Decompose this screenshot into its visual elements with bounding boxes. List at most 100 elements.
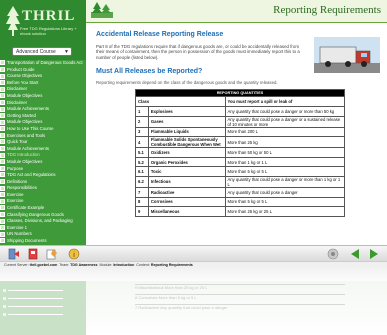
table-row: 5.1 Oxidizers More than 50 kg or 50 L: [135, 147, 345, 158]
nav-item[interactable]: Quick Tour: [0, 139, 86, 146]
bottom-toolbar: i: [0, 245, 387, 262]
nav-item[interactable]: Transportation of Dangerous Goods Act: [0, 60, 86, 67]
nav-item[interactable]: Disclaimer: [0, 100, 86, 107]
nav-item-label: TDG Introduction: [7, 152, 40, 158]
previous-page-icon[interactable]: [349, 248, 361, 260]
nav-item-label: UN Numbers: [7, 231, 32, 237]
nav-item[interactable]: Module Objectives: [0, 159, 86, 166]
notes-icon[interactable]: [46, 248, 58, 260]
quantity-cell: More than 5 kg or 5 L: [224, 166, 345, 177]
class-number-cell: 6.2: [135, 175, 149, 188]
info-icon[interactable]: i: [68, 248, 80, 260]
nav-item[interactable]: UN Numbers: [0, 231, 86, 238]
class-name-cell: Organic Peroxides: [147, 156, 226, 168]
class-name-cell: Flammable Solids Spontaneously Combustib…: [147, 136, 226, 149]
class-name-cell: Infectious: [147, 175, 226, 188]
nav-item[interactable]: How to Use This Course: [0, 126, 86, 133]
nav-item[interactable]: Before You Start: [0, 80, 86, 87]
settings-icon[interactable]: [327, 248, 339, 260]
nav-item[interactable]: Module Objectives: [0, 93, 86, 100]
nav-item-label: Product Guide: [7, 66, 35, 72]
nav-item-label: Exercise: [7, 198, 24, 204]
nav-item[interactable]: Classes, Divisions, and Packaging: [0, 218, 86, 225]
reflection-row: 7 Radioactive Any quantity that could po…: [135, 304, 345, 313]
nav-item[interactable]: Exercise: [0, 192, 86, 199]
page-icon: [0, 225, 5, 231]
class-name-cell: Miscellaneous: [147, 206, 226, 217]
bookmark-icon[interactable]: [27, 248, 39, 260]
col-class-header: Class: [135, 96, 226, 107]
class-number-cell: 9: [135, 206, 149, 217]
nav-item[interactable]: Product Guide: [0, 67, 86, 74]
page-icon: [0, 238, 5, 244]
reflection-toolbar: [0, 268, 387, 281]
status-team: TDG Awareness: [70, 263, 98, 267]
table-row: 1 Explosives Any quantity that could pose …: [135, 106, 345, 117]
table-row: 6.1 Toxic More than 5 kg or 5 L: [135, 166, 345, 177]
status-content-label: Content:: [136, 263, 150, 267]
page-icon: [0, 179, 5, 185]
content-pane: Accidental Release Reporting Release Par…: [86, 23, 387, 245]
class-name-cell: Radioactive: [147, 186, 226, 198]
nav-item[interactable]: Shipping Documents: [0, 238, 86, 245]
exit-icon[interactable]: [8, 248, 20, 260]
class-number-cell: 2: [135, 115, 149, 128]
nav-item[interactable]: Definitions: [0, 179, 86, 186]
nav-item[interactable]: Exercise: [0, 198, 86, 205]
nav-item[interactable]: Certificate Example: [0, 205, 86, 212]
truck-image: [314, 37, 380, 73]
logo-word: THRIL: [22, 8, 76, 24]
quantity-cell: Any quantity that could pose a danger or…: [224, 115, 345, 128]
nav-item[interactable]: Module Achievements: [0, 146, 86, 153]
nav-item[interactable]: Course Objectives: [0, 73, 86, 80]
nav-item[interactable]: Responsibilities: [0, 185, 86, 192]
quantity-cell: Any quantity that could pose a danger or…: [224, 175, 345, 188]
logo-subtitle: Free TDG Regulations Library + ebook sol…: [20, 26, 77, 36]
page-header: Reporting Requirements: [86, 0, 387, 23]
quantity-cell: Any quantity that could pose a danger or…: [224, 106, 345, 117]
nav-item[interactable]: Purpose: [0, 166, 86, 173]
nav-item[interactable]: Disclaimer: [0, 86, 86, 93]
class-number-cell: 4: [135, 136, 149, 149]
table-row: 7 Radioactive Any quantity that could pose…: [135, 186, 345, 198]
nav-item-label: Purpose: [7, 165, 24, 171]
page-icon: [0, 146, 5, 152]
reflection-nav-line: [8, 306, 63, 307]
page-icon: [0, 93, 5, 99]
class-name-cell: Toxic: [147, 166, 226, 177]
col-qty-header: You must report a spill or leak of: [224, 96, 345, 107]
nav-item[interactable]: TDG Act and Regulations: [0, 172, 86, 179]
page-icon: [0, 152, 5, 158]
nav-item[interactable]: Module Objectives: [0, 119, 86, 126]
nav-item[interactable]: Module Achievements: [0, 106, 86, 113]
next-page-icon[interactable]: [368, 248, 380, 260]
page-icon: [0, 212, 5, 218]
page-icon: [0, 60, 5, 66]
class-name-cell: Explosives: [147, 106, 226, 117]
status-server-label: Current Server:: [4, 263, 29, 267]
course-dropdown[interactable]: Advanced Course ▼: [12, 47, 72, 56]
nav-item[interactable]: Getting Started: [0, 113, 86, 120]
nav-item-label: Module Objectives: [7, 92, 43, 98]
page-icon: [0, 172, 5, 178]
sidebar: THRIL Free TDG Regulations Library + ebo…: [0, 0, 86, 245]
page-icon: [0, 80, 5, 86]
reflection-nav-marker: [3, 305, 6, 308]
course-dropdown-value: Advanced Course: [16, 49, 56, 55]
tree-logo-icon: [91, 2, 113, 18]
nav-item[interactable]: Exercises and Tools: [0, 133, 86, 140]
nav-item[interactable]: Classifying Dangerous Goods: [0, 212, 86, 219]
class-number-cell: 5.2: [135, 156, 149, 168]
quantity-cell: More than 200 L: [224, 126, 345, 138]
nav-item-label: Module Achievements: [7, 145, 50, 151]
page-icon: [0, 192, 5, 198]
nav-item-label: Before You Start: [7, 79, 39, 85]
nav-item-label: Definitions: [7, 178, 28, 184]
nav-item[interactable]: Exercise 1: [0, 225, 86, 232]
table-row: 9 Miscellaneous More than 25 kg or 25 L: [135, 206, 345, 217]
quantity-cell: More than 25 kg: [224, 136, 345, 149]
chevron-down-icon: ▼: [64, 49, 69, 55]
reflection-nav-line: [8, 298, 63, 299]
status-server: thril.goebel.com: [29, 263, 58, 267]
nav-item[interactable]: TDG Introduction: [0, 152, 86, 159]
